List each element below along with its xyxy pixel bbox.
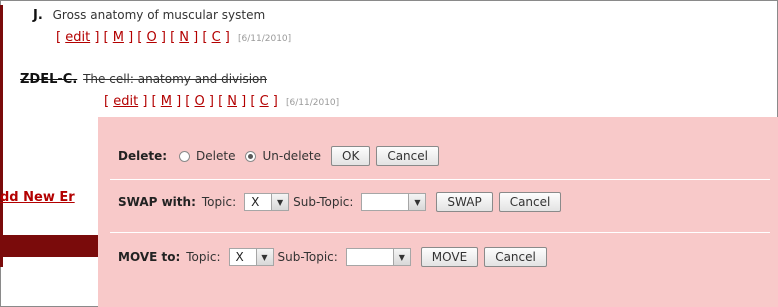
entry-letter: J.	[33, 8, 43, 23]
entry-date: [6/11/2010]	[237, 34, 292, 44]
entry-zdel-c-links: [ edit ] [ M ] [ O ] [ N ] [ C ] [6/11/2…	[104, 94, 340, 109]
move-topic-select[interactable]: X ▼	[228, 248, 274, 266]
delete-cancel-button[interactable]: Cancel	[376, 146, 439, 166]
move-subtopic-label: Sub-Topic:	[277, 250, 338, 264]
entry-title: The cell: anatomy and division	[83, 72, 268, 86]
m-link[interactable]: M	[113, 30, 124, 45]
edit-link[interactable]: edit	[65, 30, 90, 45]
chevron-down-icon: ▼	[392, 249, 410, 265]
m-link[interactable]: M	[161, 94, 172, 109]
move-topic-label: Topic:	[186, 250, 221, 264]
undelete-radio[interactable]	[245, 150, 257, 162]
n-link[interactable]: N	[179, 30, 189, 45]
chevron-down-icon: ▼	[271, 194, 289, 210]
swap-cancel-button[interactable]: Cancel	[498, 192, 562, 212]
swap-label: SWAP with:	[118, 195, 196, 209]
o-link[interactable]: O	[195, 94, 205, 109]
delete-row: Delete: Delete Un-delete OK Cancel	[118, 146, 439, 166]
swap-subtopic-label: Sub-Topic:	[293, 195, 354, 209]
dark-red-bar	[0, 235, 98, 257]
move-row: MOVE to: Topic: X ▼ Sub-Topic: ▼ MOVE Ca…	[118, 247, 547, 267]
divider	[110, 232, 770, 233]
move-topic-value: X	[235, 250, 244, 264]
undelete-option-label: Un-delete	[262, 149, 321, 163]
swap-topic-select[interactable]: X ▼	[244, 193, 290, 211]
entry-zdel-c: ZDEL-C. The cell: anatomy and division	[20, 72, 267, 87]
swap-topic-value: X	[251, 195, 260, 209]
delete-radio[interactable]	[179, 150, 191, 162]
delete-label: Delete:	[118, 149, 168, 163]
swap-button[interactable]: SWAP	[436, 192, 493, 212]
move-button[interactable]: MOVE	[420, 247, 479, 267]
swap-subtopic-select[interactable]: ▼	[361, 193, 427, 211]
entry-title: Gross anatomy of muscular system	[52, 8, 266, 22]
entry-date: [6/11/2010]	[285, 98, 340, 108]
n-link[interactable]: N	[227, 94, 237, 109]
entry-j-links: [ edit ] [ M ] [ O ] [ N ] [ C ] [6/11/2…	[56, 30, 292, 45]
move-subtopic-select[interactable]: ▼	[345, 248, 411, 266]
o-link[interactable]: O	[147, 30, 157, 45]
move-label: MOVE to:	[118, 250, 181, 264]
move-cancel-button[interactable]: Cancel	[484, 247, 547, 267]
c-link[interactable]: C	[260, 94, 269, 109]
divider	[110, 179, 770, 180]
swap-row: SWAP with: Topic: X ▼ Sub-Topic: ▼ SWAP …	[118, 192, 562, 212]
edit-link[interactable]: edit	[113, 94, 138, 109]
c-link[interactable]: C	[212, 30, 221, 45]
chevron-down-icon: ▼	[255, 249, 273, 265]
entry-j: J. Gross anatomy of muscular system	[33, 8, 265, 23]
entry-letter: ZDEL-C.	[20, 72, 78, 87]
left-accent-bar	[0, 5, 3, 267]
action-panel: Delete: Delete Un-delete OK Cancel SWAP …	[98, 117, 778, 307]
chevron-down-icon: ▼	[408, 194, 426, 210]
swap-topic-label: Topic:	[201, 195, 237, 209]
add-new-entry-link[interactable]: dd New Er	[0, 190, 75, 205]
ok-button[interactable]: OK	[331, 146, 371, 166]
delete-option-label: Delete	[196, 149, 236, 163]
